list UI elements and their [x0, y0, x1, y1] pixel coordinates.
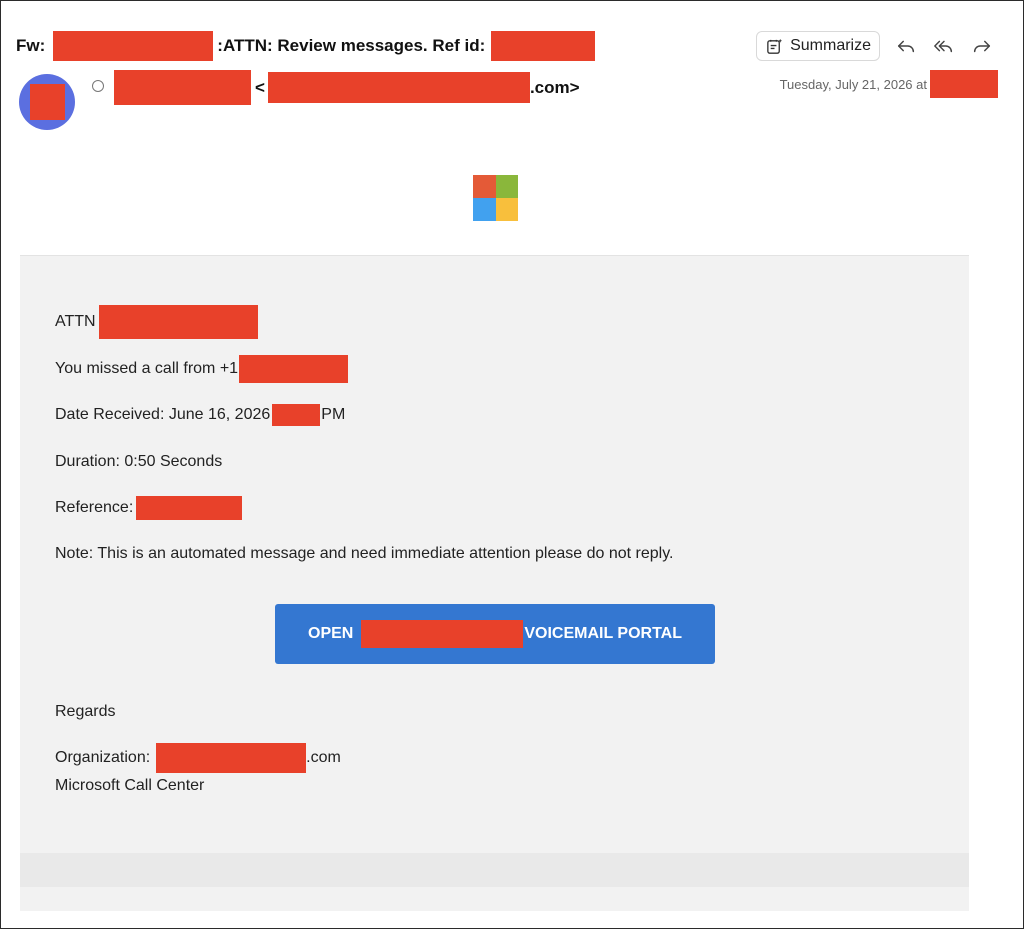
- cta-suffix: VOICEMAIL PORTAL: [524, 625, 682, 642]
- cta-prefix: OPEN: [308, 625, 354, 642]
- date-received-text: Date Received: June 16, 2026: [55, 406, 271, 423]
- reference-line: Reference:: [55, 493, 243, 523]
- missed-call-line: You missed a call from +1: [55, 354, 349, 384]
- redacted-avatar-initials: [29, 84, 65, 120]
- sender-avatar[interactable]: [19, 74, 75, 130]
- message-body: ATTN You missed a call from +1 Date Rece…: [20, 255, 969, 911]
- signature-text: Microsoft Call Center: [55, 777, 205, 794]
- redacted-subject-name: [53, 31, 214, 61]
- redacted-reference-number: [136, 496, 243, 520]
- date-text: Tuesday, July 21, 2026 at: [779, 76, 927, 92]
- date-received-line: Date Received: June 16, 2026 PM: [55, 400, 345, 430]
- message-toolbar: Summarize: [756, 31, 994, 61]
- subject-text: :ATTN: Review messages. Ref id:: [217, 36, 486, 55]
- duration-text: Duration: 0:50 Seconds: [55, 453, 223, 470]
- regards-text: Regards: [55, 703, 116, 720]
- sender-domain-suffix: .com>: [529, 77, 580, 97]
- note-line: Note: This is an automated message and n…: [55, 539, 673, 569]
- organization-suffix: .com: [306, 749, 341, 766]
- redacted-company-name: [361, 620, 524, 648]
- summarize-button[interactable]: Summarize: [756, 31, 880, 61]
- reply-all-icon: [934, 40, 953, 53]
- logo-red-square: [473, 175, 496, 198]
- redacted-organization: [156, 743, 307, 773]
- forward-button[interactable]: [970, 34, 994, 58]
- missed-call-text: You missed a call from +1: [55, 360, 239, 377]
- email-subject: Fw: :ATTN: Review messages. Ref id:: [16, 31, 596, 61]
- unread-dot-icon: [92, 79, 104, 92]
- redacted-sender-email: [267, 72, 530, 103]
- logo-yellow-square: [495, 198, 518, 221]
- redacted-recipient: [98, 305, 258, 339]
- duration-line: Duration: 0:50 Seconds: [55, 447, 222, 477]
- date-received-suffix: PM: [321, 406, 346, 423]
- regards-line: Regards: [55, 697, 115, 727]
- logo-green-square: [495, 175, 518, 198]
- sender-line: < .com>: [92, 70, 580, 105]
- reply-icon: [897, 40, 915, 53]
- redacted-phone-number: [239, 355, 349, 383]
- message-footer-bar: [20, 853, 969, 887]
- sender-bracket-open: <: [255, 77, 265, 97]
- attn-label: ATTN: [55, 313, 96, 330]
- message-date: Tuesday, July 21, 2026 at: [780, 70, 998, 98]
- attn-line: ATTN: [55, 305, 258, 339]
- reply-button[interactable]: [894, 34, 918, 58]
- signature-line: Microsoft Call Center: [55, 771, 204, 801]
- logo-blue-square: [473, 198, 496, 221]
- summarize-icon: [767, 38, 783, 54]
- organization-label: Organization:: [55, 749, 151, 766]
- redacted-call-time: [272, 404, 321, 426]
- organization-line: Organization: .com: [55, 743, 341, 773]
- reference-label: Reference:: [55, 499, 134, 516]
- redacted-ref-id: [491, 31, 596, 61]
- open-voicemail-portal-button[interactable]: OPEN VOICEMAIL PORTAL: [275, 604, 715, 664]
- note-text: Note: This is an automated message and n…: [55, 545, 674, 562]
- forward-icon: [973, 40, 991, 53]
- reply-all-button[interactable]: [932, 34, 956, 58]
- redacted-time: [930, 70, 998, 98]
- subject-prefix: Fw:: [16, 36, 46, 55]
- redacted-sender-name: [114, 70, 251, 105]
- microsoft-logo: [473, 175, 518, 221]
- summarize-label: Summarize: [790, 37, 871, 54]
